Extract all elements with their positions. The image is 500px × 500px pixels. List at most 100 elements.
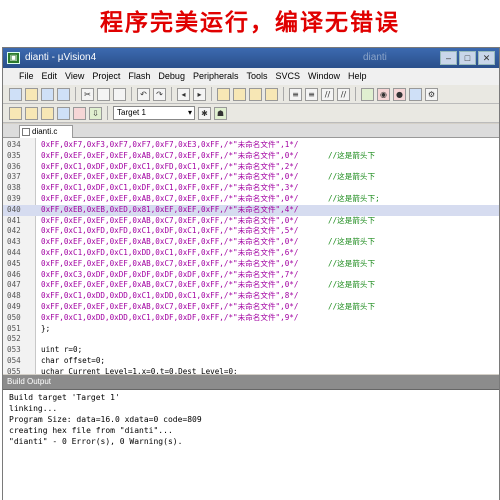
background-window-title: dianti bbox=[363, 52, 387, 63]
open-folder-icon[interactable] bbox=[25, 87, 38, 101]
menu-item-window[interactable]: Window bbox=[304, 68, 344, 85]
code-line: 038 0xFF,0xC1,0xDF,0xC1,0xDF,0xC1,0xFF,0x… bbox=[3, 183, 499, 194]
minimize-icon[interactable]: – bbox=[440, 51, 457, 65]
code-comment: //这是箭头下 bbox=[328, 215, 376, 225]
separator bbox=[131, 87, 132, 101]
menu-item-debug[interactable]: Debug bbox=[154, 68, 189, 85]
code-line: 039 0xFF,0xEF,0xEF,0xEF,0xAB,0xC7,0xEF,0x… bbox=[3, 194, 499, 205]
close-icon[interactable]: ✕ bbox=[478, 51, 495, 65]
translate-icon[interactable] bbox=[9, 106, 22, 120]
save-icon[interactable] bbox=[41, 87, 54, 101]
clear-bookmarks-icon[interactable] bbox=[265, 87, 278, 101]
target-select[interactable]: Target 1 bbox=[113, 106, 195, 120]
copy-icon[interactable] bbox=[97, 87, 110, 101]
code-comment: //这是箭头下 bbox=[328, 301, 376, 311]
menu-item-help[interactable]: Help bbox=[344, 68, 371, 85]
line-number: 041 bbox=[7, 215, 21, 225]
code-text: 0xFF,0xF7,0xF3,0xF7,0xF7,0xF7,0xE3,0xFF,… bbox=[41, 140, 299, 149]
rebuild-icon[interactable] bbox=[41, 106, 54, 120]
code-text: 0xFF,0xC3,0xDF,0xDF,0xDF,0xDF,0xDF,0xFF,… bbox=[41, 269, 299, 279]
line-number: 040 bbox=[7, 204, 21, 214]
code-line: 037 0xFF,0xEF,0xEF,0xEF,0xAB,0xC7,0xEF,0x… bbox=[3, 172, 499, 183]
code-line: 046 0xFF,0xC3,0xDF,0xDF,0xDF,0xDF,0xDF,0x… bbox=[3, 270, 499, 281]
title-bar[interactable]: ▣ dianti - µVision4 dianti – □ ✕ bbox=[3, 48, 499, 68]
code-text: 0xFF,0xEF,0xEF,0xEF,0xAB,0xC7,0xEF,0xFF,… bbox=[41, 237, 299, 247]
breakpoint-icon[interactable]: ● bbox=[393, 87, 406, 101]
menu-item-tools[interactable]: Tools bbox=[242, 68, 271, 85]
tab-dianti-c[interactable]: dianti.c bbox=[19, 125, 73, 138]
bookmark-icon[interactable] bbox=[217, 87, 230, 101]
code-text: 0xFF,0xEF,0xEF,0xEF,0xAB,0xC7,0xEF,0xFF,… bbox=[41, 258, 299, 268]
editor-tabstrip: dianti.c bbox=[3, 124, 499, 138]
new-file-icon[interactable] bbox=[9, 87, 22, 101]
main-toolbar: ✂ ↶ ↷ ◂ ▸ ≡ ≡ // // ◉ ● ⚙ bbox=[3, 85, 499, 104]
prev-bookmark-icon[interactable] bbox=[233, 87, 246, 101]
code-comment: //这是箭头下 bbox=[328, 150, 376, 160]
menu-item-view[interactable]: View bbox=[61, 68, 88, 85]
back-icon[interactable]: ◂ bbox=[177, 87, 190, 101]
batch-build-icon[interactable] bbox=[57, 106, 70, 120]
undo-icon[interactable]: ↶ bbox=[137, 87, 150, 101]
forward-icon[interactable]: ▸ bbox=[193, 87, 206, 101]
code-text: uint r=0; bbox=[41, 345, 83, 355]
code-text: char offset=0; bbox=[41, 355, 106, 365]
code-comment: //这是箭头下 bbox=[328, 172, 376, 182]
build-output-header: Build Output bbox=[3, 375, 499, 389]
line-number: 048 bbox=[7, 291, 21, 301]
code-line: 045 0xFF,0xEF,0xEF,0xEF,0xAB,0xC7,0xEF,0x… bbox=[3, 259, 499, 270]
build-toolbar: ⇩ Target 1 ✱ ☗ bbox=[3, 104, 499, 123]
build-icon[interactable] bbox=[25, 106, 38, 120]
download-icon[interactable]: ⇩ bbox=[89, 106, 102, 120]
config-icon[interactable]: ⚙ bbox=[425, 87, 438, 101]
menu-item-flash[interactable]: Flash bbox=[124, 68, 154, 85]
build-output-panel[interactable]: Build target 'Target 1' linking... Program… bbox=[3, 389, 499, 500]
line-number: 035 bbox=[7, 150, 21, 160]
comment-icon[interactable]: // bbox=[321, 87, 334, 101]
line-number: 034 bbox=[7, 140, 21, 149]
stop-build-icon[interactable] bbox=[73, 106, 86, 120]
code-line: 036 0xFF,0xC1,0xDF,0xDF,0xC1,0xFD,0xC1,0x… bbox=[3, 162, 499, 173]
line-number: 053 bbox=[7, 345, 21, 355]
next-bookmark-icon[interactable] bbox=[249, 87, 262, 101]
uncomment-icon[interactable]: // bbox=[337, 87, 350, 101]
code-line: 048 0xFF,0xC1,0xDD,0xDD,0xC1,0xDD,0xC1,0x… bbox=[3, 291, 499, 302]
line-number: 043 bbox=[7, 237, 21, 247]
target-options-icon[interactable]: ✱ bbox=[198, 106, 211, 120]
cut-icon[interactable]: ✂ bbox=[81, 87, 94, 101]
output-line: Program Size: data=16.0 xdata=0 code=809 bbox=[9, 415, 202, 424]
paste-icon[interactable] bbox=[113, 87, 126, 101]
maximize-icon[interactable]: □ bbox=[459, 51, 476, 65]
line-number: 046 bbox=[7, 269, 21, 279]
menu-item-project[interactable]: Project bbox=[88, 68, 124, 85]
code-line: 040 0xFF,0xEB,0xEB,0xED,0x81,0xEF,0xEF,0x… bbox=[3, 204, 499, 216]
caption-banner: 程序完美运行，编译无错误 bbox=[100, 10, 400, 36]
menu-item-file[interactable]: File bbox=[15, 68, 38, 85]
outdent-icon[interactable]: ≡ bbox=[305, 87, 318, 101]
code-editor[interactable]: 034 0xFF,0xF7,0xF3,0xF7,0xF7,0xF7,0xE3,0x… bbox=[3, 138, 499, 374]
code-text: 0xFF,0xEF,0xEF,0xEF,0xAB,0xC7,0xEF,0xFF,… bbox=[41, 301, 299, 311]
manage-components-icon[interactable]: ☗ bbox=[214, 106, 227, 120]
code-text: 0xFF,0xEF,0xEF,0xEF,0xAB,0xC7,0xEF,0xFF,… bbox=[41, 150, 299, 160]
find-in-files-icon[interactable] bbox=[361, 87, 374, 101]
redo-icon[interactable]: ↷ bbox=[153, 87, 166, 101]
save-all-icon[interactable] bbox=[57, 87, 70, 101]
line-number: 042 bbox=[7, 226, 21, 236]
menu-item-svcs[interactable]: SVCS bbox=[272, 68, 305, 85]
line-number: 054 bbox=[7, 355, 21, 365]
window-icon[interactable] bbox=[409, 87, 422, 101]
indent-icon[interactable]: ≡ bbox=[289, 87, 302, 101]
menu-item-peripherals[interactable]: Peripherals bbox=[189, 68, 243, 85]
line-number: 052 bbox=[7, 334, 21, 344]
line-number: 045 bbox=[7, 258, 21, 268]
code-line: 035 0xFF,0xEF,0xEF,0xEF,0xAB,0xC7,0xEF,0x… bbox=[3, 151, 499, 162]
code-line: 042 0xFF,0xC1,0xFD,0xFD,0xC1,0xDF,0xC1,0x… bbox=[3, 226, 499, 237]
code-comment: //这是箭头下; bbox=[328, 193, 380, 203]
file-icon bbox=[22, 128, 30, 136]
line-number: 047 bbox=[7, 280, 21, 290]
output-line: "dianti" - 0 Error(s), 0 Warning(s). bbox=[9, 437, 183, 446]
code-text: 0xFF,0xEB,0xEB,0xED,0x81,0xEF,0xEF,0xFF,… bbox=[41, 204, 299, 214]
code-comment: //这是箭头下 bbox=[328, 280, 376, 290]
debug-icon[interactable]: ◉ bbox=[377, 87, 390, 101]
line-number: 039 bbox=[7, 193, 21, 203]
menu-item-edit[interactable]: Edit bbox=[38, 68, 62, 85]
